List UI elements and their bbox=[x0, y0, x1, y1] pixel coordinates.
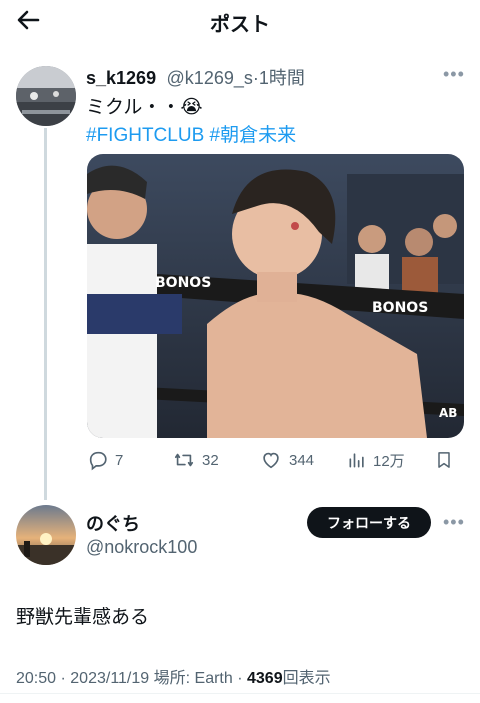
page-title: ポスト bbox=[210, 14, 270, 36]
reply-post-text: 野獣先輩感ある bbox=[16, 607, 150, 628]
views-icon bbox=[349, 453, 364, 468]
reply-button[interactable]: 7 bbox=[87, 449, 123, 471]
banner-text-left: BONOS bbox=[155, 275, 211, 291]
divider bbox=[0, 693, 480, 694]
thread-line bbox=[44, 128, 47, 500]
original-handle[interactable]: @k1269_s bbox=[167, 68, 253, 88]
original-post-text: ミクル・・😭 bbox=[86, 97, 203, 118]
original-author-avatar[interactable] bbox=[16, 66, 76, 126]
like-count: 344 bbox=[289, 451, 315, 469]
follow-button[interactable]: フォローする bbox=[307, 507, 431, 538]
original-time[interactable]: 1時間 bbox=[259, 68, 305, 88]
like-button[interactable]: 344 bbox=[259, 449, 314, 471]
bookmark-icon bbox=[438, 452, 450, 468]
footer-separator: · bbox=[60, 670, 66, 687]
views-label: 回表示 bbox=[282, 670, 331, 687]
reply-icon bbox=[89, 451, 107, 471]
repost-count: 32 bbox=[202, 451, 219, 469]
reply-more-icon[interactable]: ••• bbox=[443, 512, 465, 533]
post-time[interactable]: 20:50 bbox=[16, 670, 56, 687]
post-image[interactable]: BONOS BONOS AB bbox=[87, 154, 464, 438]
bookmark-button[interactable] bbox=[434, 449, 454, 471]
post-location: 場所: Earth bbox=[153, 670, 233, 687]
hashtag-asakura[interactable]: #朝倉未来 bbox=[210, 125, 297, 146]
repost-icon bbox=[174, 453, 194, 467]
repost-button[interactable]: 32 bbox=[172, 449, 219, 471]
post-date[interactable]: 2023/11/19 bbox=[70, 670, 149, 687]
banner-text-right: BONOS bbox=[372, 300, 428, 316]
reply-author-avatar[interactable] bbox=[16, 505, 76, 565]
views-button[interactable]: 12万 bbox=[347, 449, 405, 471]
reply-count: 7 bbox=[115, 451, 124, 469]
reply-handle[interactable]: @nokrock100 bbox=[86, 537, 197, 558]
original-display-name[interactable]: s_k1269 bbox=[86, 68, 156, 88]
reply-display-name[interactable]: のぐち bbox=[86, 510, 140, 536]
like-icon bbox=[263, 452, 279, 469]
corner-text: AB bbox=[439, 406, 457, 420]
footer-separator: · bbox=[237, 670, 243, 687]
hashtag-fightclub[interactable]: #FIGHTCLUB bbox=[86, 125, 204, 146]
views-count: 12万 bbox=[373, 452, 405, 470]
views-total: 4369 bbox=[247, 670, 283, 687]
more-icon[interactable]: ••• bbox=[443, 64, 465, 85]
